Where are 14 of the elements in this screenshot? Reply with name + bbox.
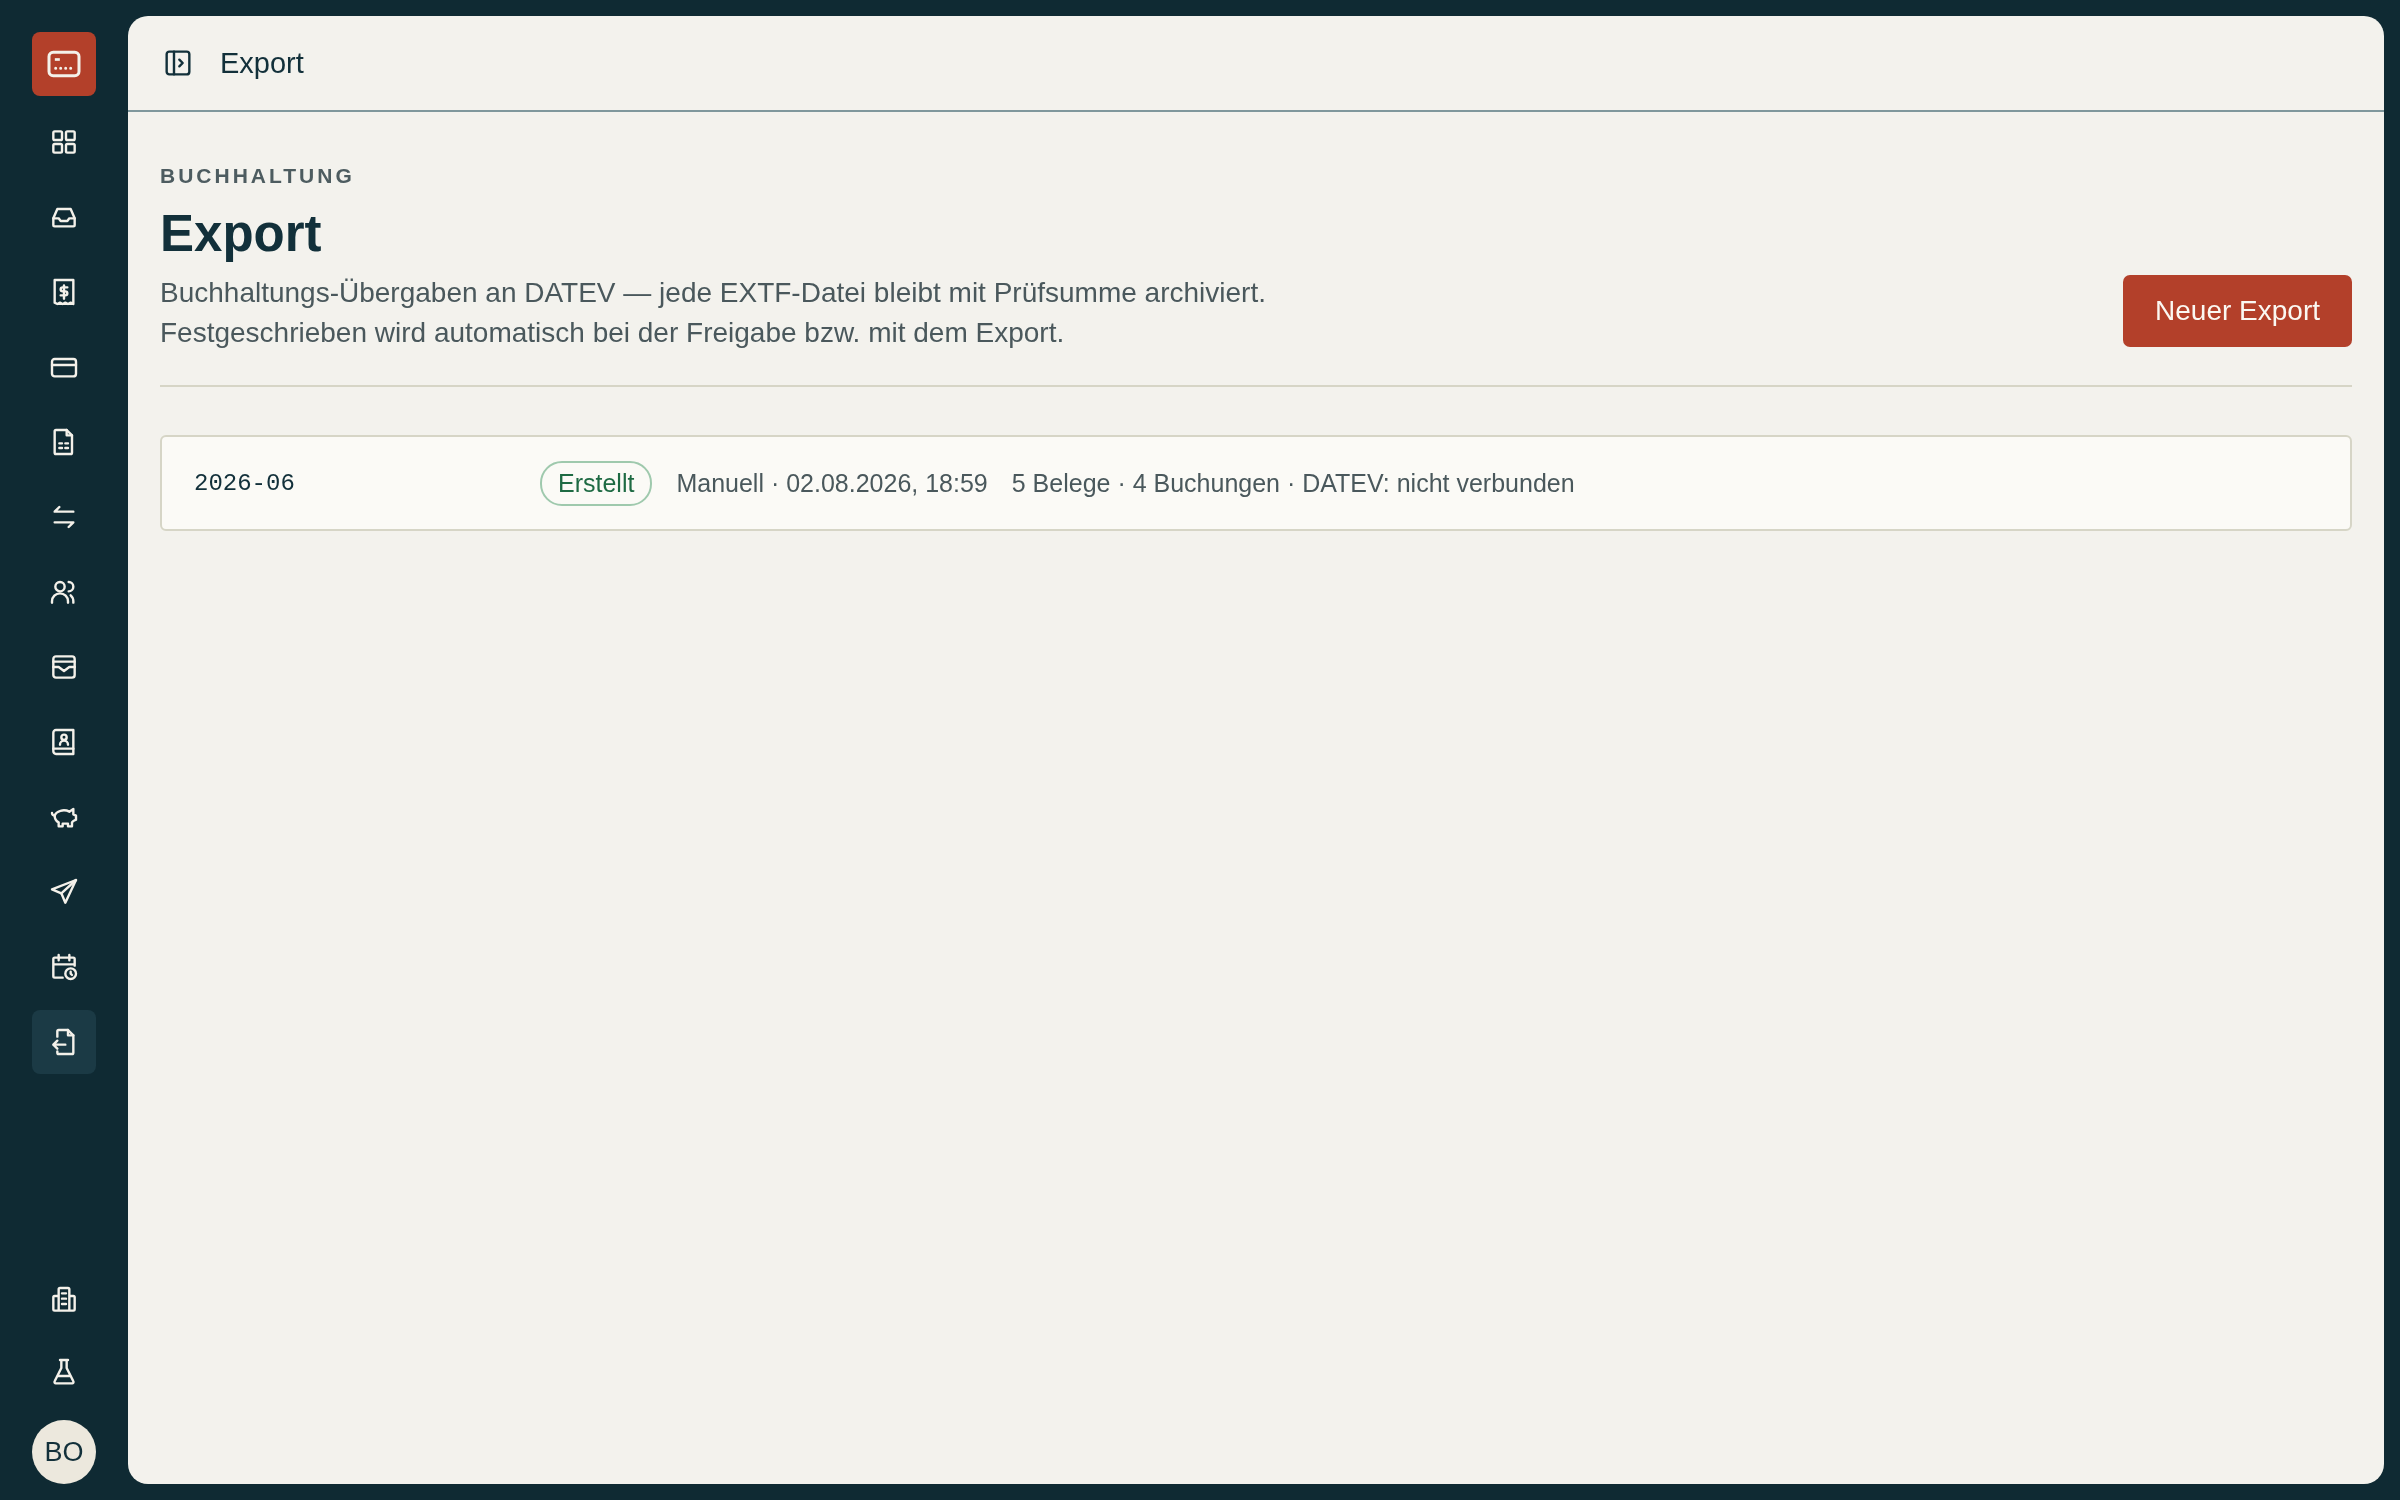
file-export-icon[interactable]: [32, 1010, 96, 1074]
export-summary: 5 Belege · 4 Buchungen · DATEV: nicht verbunden: [1011, 468, 1575, 498]
section-label: BUCHHALTUNG: [160, 164, 356, 188]
logo-icon[interactable]: [32, 32, 96, 96]
export-row[interactable]: 2026-06 Erstellt Manuell · 02.08.2026, 18:59 5 Belege · 4 Buchungen · DATEV: nicht verbunden: [160, 435, 2352, 531]
export-source: Manuell · 02.08.2026, 18:59: [676, 468, 988, 498]
export-period: 2026-06: [194, 469, 296, 497]
new-export-button[interactable]: Neuer Export: [2123, 275, 2352, 347]
header-title: Export: [220, 46, 304, 80]
page-description: Buchhaltungs-Übergaben an DATEV — jede EXTF-Datei bleibt mit Prüfsumme archiviert. Festgeschrieben wird automatisch bei der Freigabe bzw. mit dem Export.: [160, 276, 1267, 350]
user-avatar[interactable]: BO: [32, 1420, 96, 1484]
status-tag: Erstellt: [540, 460, 653, 506]
sidebar-toggle-icon[interactable]: [162, 47, 194, 79]
page-title: Export: [160, 204, 323, 263]
